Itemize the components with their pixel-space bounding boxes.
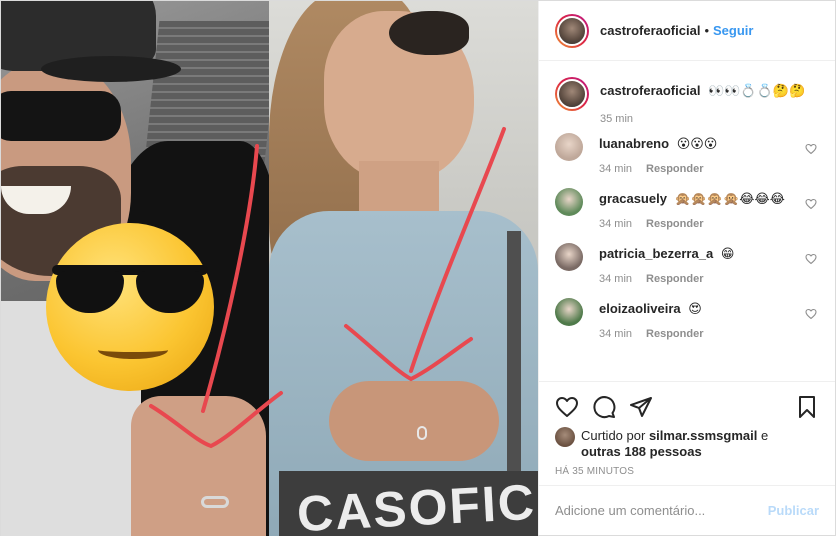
liker-avatar[interactable] xyxy=(555,427,575,447)
comment-avatar[interactable] xyxy=(555,298,583,326)
sunglasses-emoji-sticker xyxy=(46,223,214,391)
comment-username[interactable]: patricia_bezerra_a xyxy=(599,246,713,261)
caption-username[interactable]: castroferaoficial xyxy=(600,83,700,98)
comment-username[interactable]: luanabreno xyxy=(599,136,669,151)
comment-avatar[interactable] xyxy=(555,243,583,271)
comment-input[interactable] xyxy=(555,503,768,518)
publish-button[interactable]: Publicar xyxy=(768,503,819,518)
comment-avatar[interactable] xyxy=(555,188,583,216)
cap-brim xyxy=(41,56,181,82)
bookmark-icon[interactable] xyxy=(795,395,819,419)
comment-time[interactable]: 34 min xyxy=(599,163,632,175)
comment-icon[interactable] xyxy=(592,395,616,419)
comment-time[interactable]: 34 min xyxy=(599,218,632,230)
woman-hands xyxy=(329,381,499,461)
comment-like-heart-icon[interactable] xyxy=(805,198,817,210)
comment-like-heart-icon[interactable] xyxy=(805,143,817,155)
reply-button[interactable]: Responder xyxy=(646,218,703,230)
comment-item: gracasuely 🙊🙊🙊🙊😂😂😂 34 min Responder xyxy=(555,188,819,230)
pole xyxy=(507,231,521,491)
follow-button[interactable]: Seguir xyxy=(713,23,753,38)
caption-time[interactable]: 35 min xyxy=(600,113,819,125)
caption-text: 👀👀💍💍🤔🤔 xyxy=(708,83,806,98)
woman-sunglasses xyxy=(389,11,469,55)
image-panel-right: CASOFIC xyxy=(269,1,538,536)
reply-button[interactable]: Responder xyxy=(646,328,703,340)
comment-avatar[interactable] xyxy=(555,133,583,161)
comment-text: 😮😮😮 xyxy=(676,136,718,151)
comment-username[interactable]: eloizaoliveira xyxy=(599,301,681,316)
reply-button[interactable]: Responder xyxy=(646,163,703,175)
comment-item: eloizaoliveira 😍 34 min Responder xyxy=(555,298,819,340)
comment-time[interactable]: 34 min xyxy=(599,273,632,285)
comment-item: patricia_bezerra_a 😁 34 min Responder xyxy=(555,243,819,285)
action-bar xyxy=(555,394,819,420)
caption: castroferaoficial 👀👀💍💍🤔🤔 xyxy=(555,77,819,111)
comment-item: luanabreno 😮😮😮 34 min Responder xyxy=(555,133,819,175)
comment-text: 🙊🙊🙊🙊😂😂😂 xyxy=(674,191,785,206)
post-timestamp[interactable]: HÁ 35 MINUTOS xyxy=(555,466,819,477)
post-dialog: CASOFIC castroferaoficial • Seguir castr… xyxy=(0,0,836,536)
emoji-sunglasses xyxy=(52,265,208,315)
reply-button[interactable]: Responder xyxy=(646,273,703,285)
header-username[interactable]: castroferaoficial xyxy=(600,23,700,38)
comments-list[interactable]: castroferaoficial 👀👀💍💍🤔🤔 35 min luanabre… xyxy=(539,61,835,381)
likes-others[interactable]: outras 188 pessoas xyxy=(581,444,702,459)
actions-area: Curtido por silmar.ssmsgmail e outras 18… xyxy=(539,381,835,485)
woman-ring xyxy=(417,426,427,440)
liker-username[interactable]: silmar.ssmsgmail xyxy=(649,428,757,443)
post-side-panel: castroferaoficial • Seguir castroferaofi… xyxy=(538,1,835,535)
likes-conjunction: e xyxy=(760,428,769,443)
comment-form: Publicar xyxy=(539,485,835,535)
post-image[interactable]: CASOFIC xyxy=(1,1,538,536)
likes-prefix: Curtido por xyxy=(581,428,646,443)
share-icon[interactable] xyxy=(629,395,653,419)
comment-like-heart-icon[interactable] xyxy=(805,253,817,265)
comment-time[interactable]: 34 min xyxy=(599,328,632,340)
emoji-smile xyxy=(98,341,168,359)
man-sunglasses xyxy=(1,91,121,141)
comment-username[interactable]: gracasuely xyxy=(599,191,667,206)
ring xyxy=(201,496,229,508)
avatar[interactable] xyxy=(555,13,589,48)
post-header: castroferaoficial • Seguir xyxy=(539,1,835,61)
caption-avatar[interactable] xyxy=(555,77,589,111)
comment-text: 😍 xyxy=(688,301,702,316)
likes-summary[interactable]: Curtido por silmar.ssmsgmail e outras 18… xyxy=(555,427,819,460)
image-panel-left xyxy=(1,1,269,536)
tattooed-hand xyxy=(131,396,266,536)
comment-text: 😁 xyxy=(720,246,735,261)
heart-icon[interactable] xyxy=(555,395,579,419)
separator-dot: • xyxy=(704,23,709,38)
comment-like-heart-icon[interactable] xyxy=(805,308,817,320)
